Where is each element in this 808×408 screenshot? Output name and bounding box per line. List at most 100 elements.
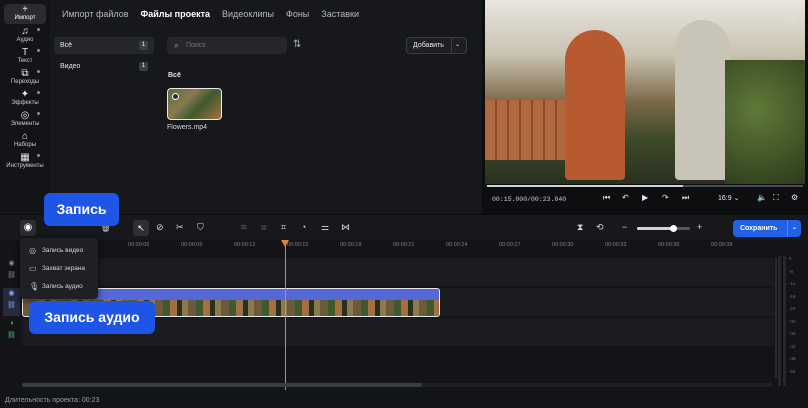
video-preview[interactable]	[485, 0, 805, 184]
menu-item-label: Запись видео	[42, 247, 84, 254]
track-row[interactable]	[22, 258, 774, 286]
rail-item-label: Аудио	[16, 37, 34, 43]
ruler-tick: 00:00:24	[446, 242, 468, 248]
record-icon: ◉	[23, 222, 33, 233]
tab-intros[interactable]: Заставки	[321, 9, 359, 23]
rail-item-elements[interactable]: ◎ Элементы	[4, 110, 46, 130]
play-icon[interactable]: ▶	[642, 193, 648, 202]
skip-back-icon[interactable]: ⏮	[603, 193, 610, 203]
tab-video-clips[interactable]: Видеоклипы	[222, 9, 274, 23]
add-button[interactable]: Добавить ⌄	[406, 37, 467, 54]
scrollbar-thumb[interactable]	[22, 383, 422, 387]
menu-item-record-video[interactable]: ◎ Запись видео	[20, 242, 98, 259]
lock-icon[interactable]: ⛓	[3, 300, 20, 312]
step-back-icon[interactable]: ↶	[622, 193, 629, 202]
rail-item-audio[interactable]: ♫ Аудио	[4, 26, 46, 46]
audio-toggle-icon[interactable]: ◑	[3, 318, 20, 330]
media-filename: Flowers.mp4	[167, 124, 208, 131]
zoom-knob[interactable]	[670, 225, 677, 232]
rail-item-import[interactable]: + Импорт	[4, 4, 46, 24]
select-tool-button[interactable]: ↖	[133, 220, 149, 236]
search-input[interactable]	[186, 39, 281, 52]
tab-project-files[interactable]: Файлы проекта	[141, 9, 210, 23]
meter-bar-left	[778, 256, 781, 386]
adjust-icon[interactable]: ⚌	[321, 222, 329, 233]
scissors-icon[interactable]: ✂	[176, 222, 184, 233]
menu-item-label: Захват экрана	[42, 265, 86, 272]
snap-icon[interactable]: ⧗	[577, 222, 583, 233]
step-forward-icon[interactable]: ↷	[662, 193, 669, 202]
folder-video[interactable]: Видео 1	[54, 58, 154, 75]
sort-icon[interactable]: ⇅	[293, 39, 301, 50]
speed-icon[interactable]: ◔	[301, 222, 306, 232]
rail-item-tools[interactable]: ▦ Инструменты	[4, 152, 46, 172]
rail-item-label: Переходы	[10, 79, 40, 85]
rail-item-label: Инструменты	[6, 163, 44, 169]
rail-item-label: Текст	[17, 58, 33, 64]
new-dot	[37, 154, 40, 157]
shield-icon[interactable]: ⛉	[197, 222, 204, 233]
help-icon[interactable]: ⓘ	[788, 9, 798, 24]
ruler-tick: 00:00:27	[499, 242, 521, 248]
volume-icon[interactable]: 🔈	[757, 193, 767, 202]
ruler-tick: 00:00:06	[128, 242, 150, 248]
tab-backgrounds[interactable]: Фоны	[286, 9, 309, 23]
time-ruler[interactable]: 00:00:06 00:00:09 00:00:12 00:00:15 00:00:18…	[22, 240, 774, 256]
new-dot	[37, 112, 40, 115]
chevron-down-icon[interactable]: ⌄	[787, 220, 801, 237]
lock-icon[interactable]: ⛓	[3, 270, 20, 282]
blade-icon[interactable]: ⊘	[156, 222, 164, 233]
zoom-in-icon[interactable]: +	[697, 222, 702, 232]
timeline-toolbar: ◉ 🗑 ↖ ⊘ ✂ ⛉ ≋ ⧈ ⌗ ◔ ⚌ ⋈ ⧗ ⟲ − + Сохранит…	[0, 214, 808, 240]
menu-item-label: Запись аудио	[42, 283, 83, 290]
monitor-icon: ▭	[29, 264, 37, 273]
playhead[interactable]	[281, 240, 289, 390]
rail-item-effects[interactable]: ✦ Эффекты	[4, 89, 46, 109]
save-button[interactable]: Сохранить ⌄	[733, 220, 801, 237]
record-button[interactable]: ◉	[20, 220, 36, 236]
video-content	[725, 60, 805, 184]
aspect-ratio-select[interactable]: 16:9 ⌄	[718, 194, 739, 202]
eye-icon[interactable]: ◉	[3, 288, 20, 300]
track-controls: ◉ ⛓	[3, 288, 20, 316]
caption-icon[interactable]: ⧈	[261, 222, 267, 233]
menu-item-screen-capture[interactable]: ▭ Захват экрана	[20, 260, 98, 277]
fullscreen-icon[interactable]: ⛶	[773, 193, 779, 203]
ruler-tick: 00:00:30	[552, 242, 574, 248]
left-rail: + Импорт ♫ Аудио T Текст ⧉ Переходы ✦ Эф…	[0, 0, 50, 214]
meter-label: 0	[789, 256, 792, 261]
search-box: ⌕	[167, 37, 287, 54]
record-menu: ◎ Запись видео ▭ Захват экрана 🎙 Запись …	[20, 238, 98, 299]
chevron-down-icon[interactable]: ⌄	[451, 38, 463, 53]
meter-label: -24	[789, 306, 796, 311]
audio-wave-icon[interactable]: ≋	[240, 222, 248, 233]
meter-label: -54	[789, 368, 796, 374]
folder-all[interactable]: Всё 1	[54, 37, 154, 54]
eye-icon[interactable]: ◉	[3, 258, 20, 270]
playhead-handle[interactable]	[281, 240, 289, 247]
menu-item-record-audio[interactable]: 🎙 Запись аудио	[20, 278, 98, 295]
crop-icon[interactable]: ⌗	[281, 222, 286, 233]
rail-item-transitions[interactable]: ⧉ Переходы	[4, 68, 46, 88]
time-total: 00:23.840	[531, 196, 567, 203]
rail-item-text[interactable]: T Текст	[4, 47, 46, 67]
horizontal-scrollbar[interactable]	[22, 383, 772, 387]
zoom-out-icon[interactable]: −	[622, 222, 627, 232]
lock-icon[interactable]: ⛓	[3, 330, 20, 342]
folder-list: Всё 1 Видео 1	[54, 37, 154, 79]
magnet-icon[interactable]: ⟲	[596, 222, 604, 233]
folder-count: 1	[139, 41, 148, 50]
track-controls: ◉ ⛓	[3, 258, 20, 286]
media-thumbnail[interactable]	[167, 88, 222, 120]
zoom-slider[interactable]	[637, 225, 690, 232]
skip-forward-icon[interactable]: ⏭	[682, 193, 689, 203]
tab-import-files[interactable]: Импорт файлов	[62, 9, 129, 23]
video-content	[485, 100, 565, 160]
library-tabs: Импорт файлов Файлы проекта Видеоклипы Ф…	[62, 9, 371, 23]
settings-icon[interactable]: ⚙	[791, 193, 798, 202]
cursor-icon: ↖	[137, 223, 145, 233]
transition-icon[interactable]: ⋈	[341, 222, 350, 233]
time-current: 00:15.000	[492, 196, 528, 203]
preview-scrubber[interactable]	[487, 185, 803, 187]
rail-item-packs[interactable]: ⌂ Наборы	[4, 131, 46, 151]
